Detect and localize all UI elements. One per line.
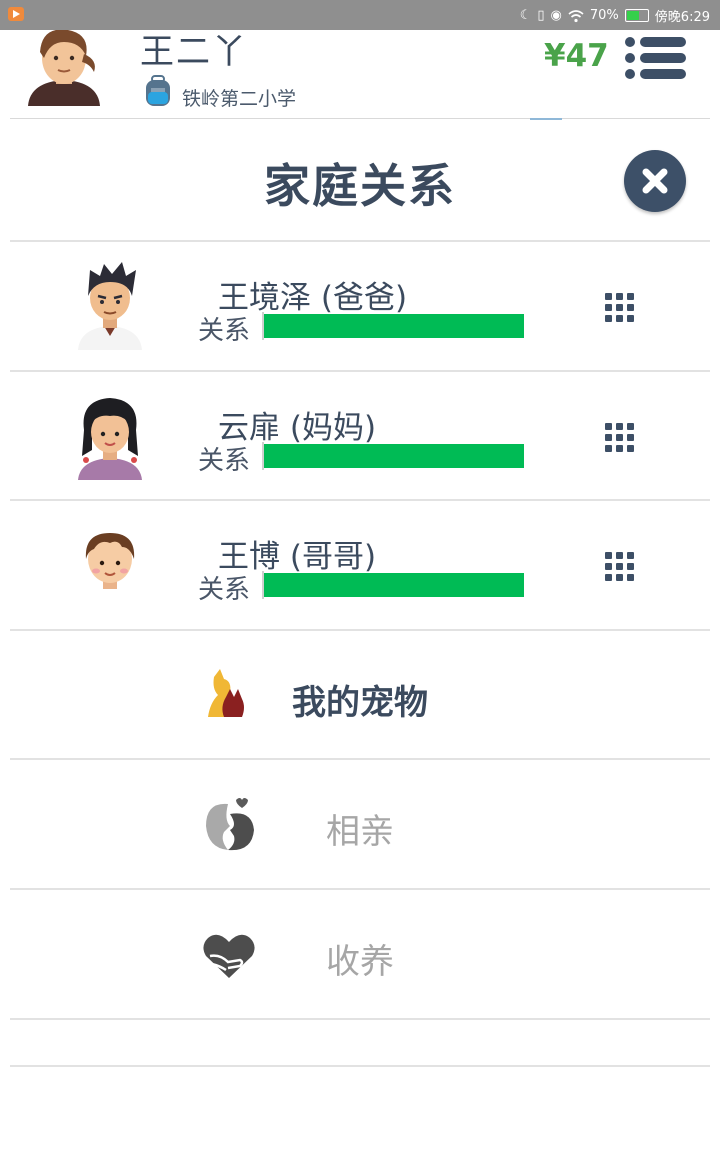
school-bag-icon (146, 75, 170, 106)
battery-percent: 70% (589, 8, 619, 23)
header-divider (10, 118, 710, 119)
relation-bar-fill (264, 573, 524, 597)
relation-label: 关系 (198, 446, 251, 476)
eye-icon: ◉ (550, 7, 562, 23)
vibrate-icon: ▯ (537, 7, 545, 23)
relation-bar-fill (264, 314, 524, 338)
user-name: 王二丫 (140, 32, 248, 72)
brother-avatar (85, 533, 135, 589)
school-name: 铁岭第二小学 (182, 88, 297, 110)
relation-label: 关系 (198, 316, 251, 346)
relation-bar (262, 571, 526, 599)
couple-kiss-icon (206, 798, 254, 851)
battery-icon (624, 9, 649, 22)
status-icons: ☾ ▯ ◉ 70% 傍晚6:29 (519, 6, 710, 26)
my-pets-button[interactable]: 我的宠物 (0, 631, 720, 759)
divider (10, 1018, 710, 1020)
balance: ¥47 (544, 38, 609, 74)
divider (10, 1065, 710, 1067)
family-member-row[interactable]: 王境泽 (爸爸) 关系 (0, 242, 720, 370)
relation-bar (262, 312, 526, 340)
pet-icon (208, 669, 244, 717)
app-notification-icon (8, 7, 24, 21)
grid-menu-icon[interactable] (604, 551, 636, 583)
battery-fill (626, 11, 640, 20)
user-avatar[interactable] (20, 30, 108, 106)
status-bar: ☾ ▯ ◉ 70% 傍晚6:29 (0, 0, 720, 30)
adopt-button[interactable]: 收养 (0, 890, 720, 1018)
relation-bar (262, 442, 526, 470)
matchmaking-label: 相亲 (326, 812, 394, 852)
dialog-header: 家庭关系 (0, 120, 720, 240)
family-member-row[interactable]: 王博 (哥哥) 关系 (0, 501, 720, 629)
heart-hands-icon (203, 934, 255, 978)
father-avatar (78, 262, 142, 350)
grid-menu-icon[interactable] (604, 292, 636, 324)
moon-icon: ☾ (519, 7, 532, 23)
family-member-row[interactable]: 云扉 (妈妈) 关系 (0, 372, 720, 500)
my-pets-label: 我的宠物 (292, 683, 428, 723)
mother-avatar (78, 398, 142, 480)
relation-label: 关系 (198, 575, 251, 605)
adopt-label: 收养 (326, 942, 394, 982)
close-icon (642, 168, 668, 194)
relation-bar-fill (264, 444, 524, 468)
wifi-icon (568, 9, 584, 22)
menu-list-icon[interactable] (624, 34, 688, 82)
clock: 傍晚6:29 (654, 10, 710, 25)
matchmaking-button[interactable]: 相亲 (0, 760, 720, 888)
close-button[interactable] (624, 150, 686, 212)
profile-header: 王二丫 铁岭第二小学 ¥47 (0, 30, 720, 118)
page-title: 家庭关系 (264, 159, 456, 213)
grid-menu-icon[interactable] (604, 422, 636, 454)
